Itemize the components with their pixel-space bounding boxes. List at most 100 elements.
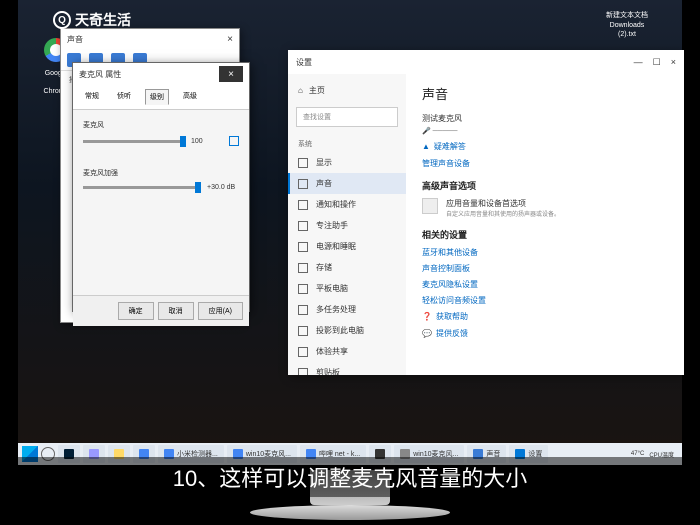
- app-volume-desc: 自定义应用音量和其使用的扬声器或设备。: [446, 209, 560, 218]
- settings-search-input[interactable]: 查找设置: [296, 107, 398, 127]
- link-label: 提供反馈: [436, 328, 468, 339]
- sidebar-item-label: 电源和睡眠: [316, 241, 356, 252]
- mic-properties-dialog: 麦克风 属性 × 常规 侦听 级别 高级 麦克风 100 麦克风加强: [72, 62, 250, 312]
- get-help-link[interactable]: ❓ 获取帮助: [422, 311, 668, 322]
- related-heading: 相关的设置: [422, 228, 668, 241]
- related-link-ease-audio[interactable]: 轻松访问音频设置: [422, 295, 668, 306]
- close-icon[interactable]: ×: [671, 57, 676, 68]
- desktop-file-label[interactable]: Downloads: [577, 22, 677, 29]
- settings-window: 设置 — ☐ × ⌂ 主页 查找设置 系统 显示 声音 通知和操作 专注助手 电…: [288, 50, 684, 375]
- sidebar-item-focus[interactable]: 专注助手: [288, 215, 406, 236]
- sidebar-item-shared[interactable]: 体验共享: [288, 341, 406, 362]
- sidebar-home[interactable]: ⌂ 主页: [288, 80, 406, 101]
- page-title: 声音: [422, 84, 668, 103]
- manage-devices-link[interactable]: 管理声音设备: [422, 158, 668, 169]
- sidebar-section-label: 系统: [288, 133, 406, 152]
- sidebar-item-multitask[interactable]: 多任务处理: [288, 299, 406, 320]
- focus-icon: [298, 221, 308, 231]
- maximize-icon[interactable]: ☐: [653, 57, 661, 68]
- shared-icon: [298, 347, 308, 357]
- project-icon: [298, 326, 308, 336]
- window-controls: — ☐ ×: [634, 57, 676, 68]
- feedback-link[interactable]: 💬 提供反馈: [422, 328, 668, 339]
- tab-listen[interactable]: 侦听: [113, 89, 135, 105]
- sidebar-item-tablet[interactable]: 平板电脑: [288, 278, 406, 299]
- minimize-icon[interactable]: —: [634, 57, 643, 68]
- mic-dialog-tabs: 常规 侦听 级别 高级: [73, 85, 249, 110]
- sidebar-item-project[interactable]: 投影到此电脑: [288, 320, 406, 341]
- mic-dialog-title: 麦克风 属性: [79, 69, 121, 80]
- mic-dialog-buttons: 确定 取消 应用(A): [73, 295, 249, 326]
- app-volume-row[interactable]: 应用音量和设备首选项 自定义应用音量和其使用的扬声器或设备。: [422, 198, 668, 218]
- mic-volume-field: 麦克风 100: [83, 120, 239, 146]
- cancel-button[interactable]: 取消: [158, 302, 194, 320]
- settings-sidebar: ⌂ 主页 查找设置 系统 显示 声音 通知和操作 专注助手 电源和睡眠 存储 平…: [288, 74, 406, 375]
- display-icon: [298, 158, 308, 168]
- desktop-top-right: 新建文本文档 Downloads (2).txt: [577, 10, 677, 40]
- troubleshoot-link[interactable]: ▲ 疑难解答: [422, 141, 668, 152]
- sidebar-item-label: 显示: [316, 157, 332, 168]
- mic-volume-label: 麦克风: [83, 120, 239, 130]
- sidebar-item-sound[interactable]: 声音: [288, 173, 406, 194]
- sidebar-item-clipboard[interactable]: 剪贴板: [288, 362, 406, 375]
- link-label: 获取帮助: [436, 311, 468, 322]
- mic-boost-slider[interactable]: [83, 186, 201, 189]
- mic-dialog-body: 麦克风 100 麦克风加强 +30.0 dB: [73, 110, 249, 295]
- clipboard-icon: [298, 368, 308, 376]
- monitor-base: [250, 505, 450, 520]
- mic-icon: 🎤 ─────: [422, 127, 668, 135]
- watermark-icon: Q: [53, 11, 71, 29]
- test-mic-label: 测试麦克风: [422, 113, 668, 124]
- sound-icon: [298, 179, 308, 189]
- tab-levels[interactable]: 级别: [145, 89, 169, 105]
- mic-boost-value: +30.0 dB: [207, 184, 239, 191]
- desktop-wallpaper: Q 天奇生活 Google Chrome 新建文本文档 Downloads (2…: [18, 0, 682, 465]
- desktop-file-label[interactable]: 新建文本文档: [577, 10, 677, 20]
- feedback-icon: 💬: [422, 329, 432, 338]
- link-label: 疑难解答: [434, 141, 466, 152]
- sidebar-item-label: 通知和操作: [316, 199, 356, 210]
- app-volume-title: 应用音量和设备首选项: [446, 198, 560, 209]
- tablet-icon: [298, 284, 308, 294]
- related-link-bluetooth[interactable]: 蓝牙和其他设备: [422, 247, 668, 258]
- desktop-file-label[interactable]: (2).txt: [577, 31, 677, 38]
- advanced-heading: 高级声音选项: [422, 179, 668, 192]
- mute-icon[interactable]: [229, 136, 239, 146]
- tab-general[interactable]: 常规: [81, 89, 103, 105]
- related-link-mic-privacy[interactable]: 麦克风隐私设置: [422, 279, 668, 290]
- notify-icon: [298, 200, 308, 210]
- settings-titlebar[interactable]: 设置 — ☐ ×: [288, 50, 684, 74]
- settings-main: 声音 测试麦克风 🎤 ───── ▲ 疑难解答 管理声音设备 高级声音选项 应用音…: [406, 74, 684, 375]
- help-icon: ❓: [422, 312, 432, 321]
- sidebar-item-label: 剪贴板: [316, 367, 340, 375]
- sidebar-item-label: 投影到此电脑: [316, 325, 364, 336]
- app-volume-icon: [422, 198, 438, 214]
- tab-advanced[interactable]: 高级: [179, 89, 201, 105]
- sidebar-item-label: 声音: [316, 178, 332, 189]
- sound-dialog-title: 声音: [67, 34, 83, 45]
- mic-boost-label: 麦克风加强: [83, 168, 239, 178]
- apply-button[interactable]: 应用(A): [198, 302, 243, 320]
- sidebar-item-power[interactable]: 电源和睡眠: [288, 236, 406, 257]
- watermark-text: 天奇生活: [75, 10, 131, 30]
- power-icon: [298, 242, 308, 252]
- ok-button[interactable]: 确定: [118, 302, 154, 320]
- sidebar-item-storage[interactable]: 存储: [288, 257, 406, 278]
- storage-icon: [298, 263, 308, 273]
- mic-dialog-titlebar[interactable]: 麦克风 属性 ×: [73, 63, 249, 85]
- troubleshoot-icon: ▲: [422, 142, 430, 151]
- sidebar-item-label: 体验共享: [316, 346, 348, 357]
- sound-dialog-titlebar[interactable]: 声音 ×: [61, 29, 239, 49]
- close-icon[interactable]: ×: [227, 34, 233, 45]
- slider-thumb[interactable]: [195, 182, 201, 193]
- mic-volume-slider[interactable]: [83, 140, 185, 143]
- slider-thumb[interactable]: [180, 136, 186, 147]
- mic-boost-field: 麦克风加强 +30.0 dB: [83, 168, 239, 191]
- sidebar-item-notifications[interactable]: 通知和操作: [288, 194, 406, 215]
- close-icon[interactable]: ×: [219, 66, 243, 82]
- home-icon: ⌂: [298, 86, 303, 95]
- sidebar-item-label: 多任务处理: [316, 304, 356, 315]
- settings-title: 设置: [296, 57, 312, 68]
- sidebar-item-display[interactable]: 显示: [288, 152, 406, 173]
- related-link-sound-panel[interactable]: 声音控制面板: [422, 263, 668, 274]
